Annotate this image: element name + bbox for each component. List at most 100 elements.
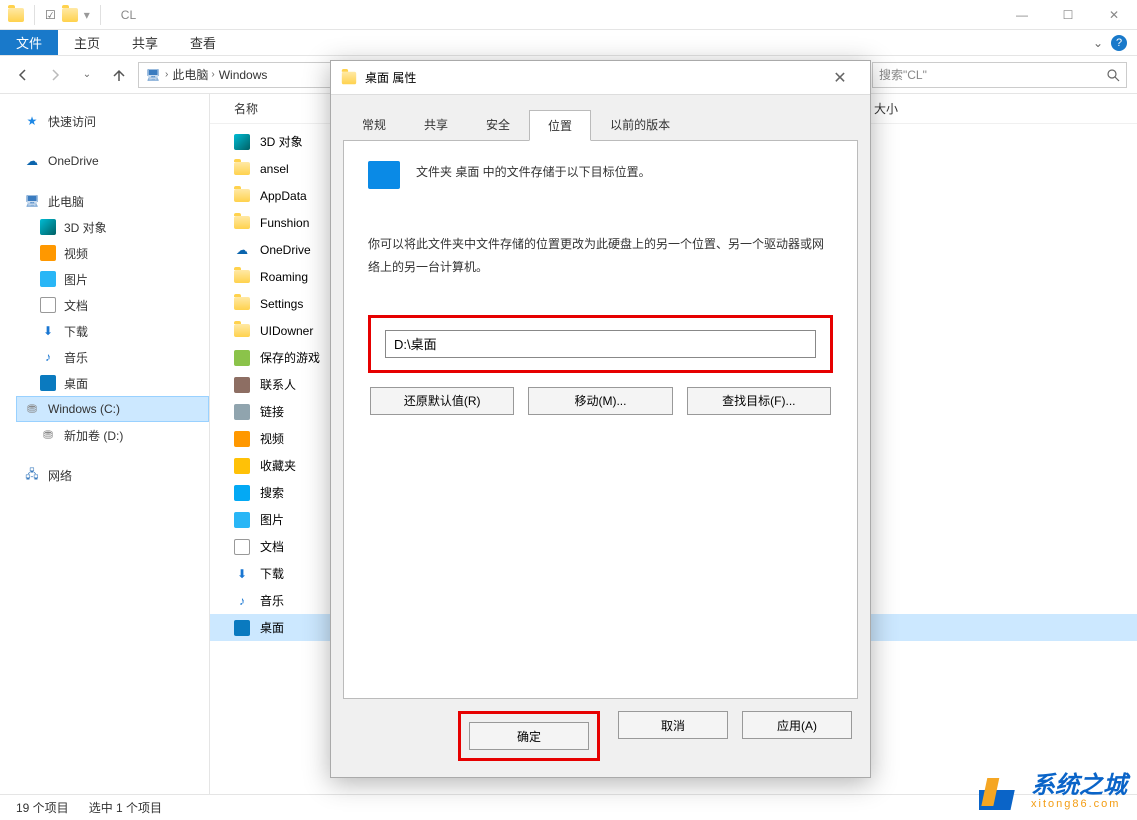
- search-placeholder: 搜索"CL": [879, 66, 927, 83]
- item-label: 联系人: [260, 376, 296, 393]
- disk-icon: ⛃: [40, 427, 56, 443]
- close-button[interactable]: ✕: [1091, 0, 1137, 30]
- documents-icon: [234, 539, 250, 555]
- nav-network[interactable]: 🖧 网络: [20, 462, 209, 488]
- item-label: 文档: [260, 538, 284, 555]
- ribbon-tab-share[interactable]: 共享: [116, 30, 174, 55]
- breadcrumb-segment[interactable]: 此电脑›: [172, 66, 214, 83]
- network-icon: 🖧: [24, 467, 40, 483]
- nav-item[interactable]: 3D 对象: [20, 214, 209, 240]
- ribbon-tab-file[interactable]: 文件: [0, 30, 58, 55]
- tab-security[interactable]: 安全: [467, 109, 529, 140]
- dialog-icon: [342, 71, 356, 84]
- downloads-icon: ⬇: [234, 566, 250, 582]
- pc-icon: 🖥: [24, 193, 40, 209]
- search-icon[interactable]: [1106, 68, 1120, 82]
- item-label: 下载: [260, 565, 284, 582]
- move-button[interactable]: 移动(M)...: [528, 387, 672, 415]
- nav-item[interactable]: 桌面: [20, 370, 209, 396]
- cancel-button[interactable]: 取消: [618, 711, 728, 739]
- dialog-body: 文件夹 桌面 中的文件存储于以下目标位置。 你可以将此文件夹中文件存储的位置更改…: [343, 140, 858, 699]
- search-input[interactable]: 搜索"CL": [872, 62, 1127, 88]
- item-label: 链接: [260, 403, 284, 420]
- nav-item[interactable]: 文档: [20, 292, 209, 318]
- nav-item-label: 桌面: [64, 375, 88, 392]
- tab-location[interactable]: 位置: [529, 110, 591, 141]
- back-button[interactable]: [10, 62, 36, 88]
- tab-general[interactable]: 常规: [343, 109, 405, 140]
- nav-onedrive[interactable]: ☁ OneDrive: [20, 148, 209, 174]
- ok-button[interactable]: 确定: [469, 722, 589, 750]
- nav-item-label: Windows (C:): [48, 402, 120, 416]
- 3d-icon: [40, 219, 56, 235]
- dialog-tabs: 常规 共享 安全 位置 以前的版本: [331, 95, 870, 140]
- folder-icon: [234, 324, 250, 337]
- recent-dropdown[interactable]: ⌄: [74, 62, 100, 88]
- ribbon-expand-icon[interactable]: ⌄: [1093, 36, 1103, 50]
- tab-sharing[interactable]: 共享: [405, 109, 467, 140]
- disk-icon: ⛃: [24, 401, 40, 417]
- app-icon: [8, 8, 24, 22]
- maximize-button[interactable]: ☐: [1045, 0, 1091, 30]
- watermark-logo-icon: [979, 770, 1023, 814]
- dialog-title: 桌面 属性: [365, 69, 416, 86]
- window-title: CL: [121, 8, 136, 22]
- qat-checkbox-icon[interactable]: ☑: [45, 8, 56, 22]
- tab-previous-versions[interactable]: 以前的版本: [591, 109, 689, 140]
- nav-item-label: 文档: [64, 297, 88, 314]
- nav-item[interactable]: ♪ 音乐: [20, 344, 209, 370]
- nav-item-label: 3D 对象: [64, 219, 107, 236]
- watermark-subtitle: xitong86.com: [1031, 798, 1127, 810]
- item-label: UIDowner: [260, 324, 313, 338]
- watermark: 系统之城 xitong86.com: [979, 770, 1127, 814]
- cloud-icon: ☁: [24, 153, 40, 169]
- dialog-titlebar[interactable]: 桌面 属性 ✕: [331, 61, 870, 95]
- forward-button[interactable]: [42, 62, 68, 88]
- nav-item-label: 音乐: [64, 349, 88, 366]
- status-bar: 19 个项目 选中 1 个项目: [0, 794, 1137, 820]
- 3d-icon: [234, 134, 250, 150]
- column-size[interactable]: 大小: [874, 100, 898, 117]
- item-label: 保存的游戏: [260, 349, 320, 366]
- nav-item-label: 下载: [64, 323, 88, 340]
- ribbon-tab-home[interactable]: 主页: [58, 30, 116, 55]
- desktop-icon: [234, 620, 250, 636]
- folder-icon: [234, 216, 250, 229]
- desktop-icon: [40, 375, 56, 391]
- qat-folder-icon[interactable]: [62, 8, 78, 22]
- saved-games-icon: [234, 350, 250, 366]
- find-target-button[interactable]: 查找目标(F)...: [687, 387, 831, 415]
- location-path-input[interactable]: [385, 330, 816, 358]
- pictures-icon: [234, 512, 250, 528]
- nav-item[interactable]: 视频: [20, 240, 209, 266]
- apply-button[interactable]: 应用(A): [742, 711, 852, 739]
- navigation-pane: ★ 快速访问 ☁ OneDrive 🖥 此电脑 3D 对象视频图片文档 ⬇ 下载 ♪ 音…: [0, 94, 210, 794]
- links-icon: [234, 404, 250, 420]
- video-icon: [234, 431, 250, 447]
- dialog-paragraph: 你可以将此文件夹中文件存储的位置更改为此硬盘上的另一个位置、另一个驱动器或网络上…: [368, 233, 833, 279]
- nav-item[interactable]: 图片: [20, 266, 209, 292]
- item-label: Settings: [260, 297, 303, 311]
- pictures-icon: [40, 271, 56, 287]
- ribbon-tab-view[interactable]: 查看: [174, 30, 232, 55]
- up-button[interactable]: [106, 62, 132, 88]
- music-icon: ♪: [40, 349, 56, 365]
- breadcrumb-segment[interactable]: Windows: [219, 68, 268, 82]
- minimize-button[interactable]: —: [999, 0, 1045, 30]
- ok-highlight: 确定: [458, 711, 600, 761]
- help-icon[interactable]: ?: [1111, 35, 1127, 51]
- dialog-close-button[interactable]: ✕: [820, 68, 860, 88]
- status-selection: 选中 1 个项目: [89, 799, 162, 816]
- nav-item[interactable]: ⛃新加卷 (D:): [20, 422, 209, 448]
- nav-quick-access[interactable]: ★ 快速访问: [20, 108, 209, 134]
- nav-this-pc[interactable]: 🖥 此电脑: [20, 188, 209, 214]
- nav-item[interactable]: ⛃ Windows (C:): [16, 396, 209, 422]
- pc-icon: 🖥: [145, 67, 161, 83]
- dialog-footer: 确定 取消 应用(A): [331, 711, 870, 777]
- item-label: 3D 对象: [260, 133, 303, 150]
- nav-item[interactable]: ⬇ 下载: [20, 318, 209, 344]
- restore-default-button[interactable]: 还原默认值(R): [370, 387, 514, 415]
- dialog-line1: 文件夹 桌面 中的文件存储于以下目标位置。: [416, 161, 651, 184]
- video-icon: [40, 245, 56, 261]
- downloads-icon: ⬇: [40, 323, 56, 339]
